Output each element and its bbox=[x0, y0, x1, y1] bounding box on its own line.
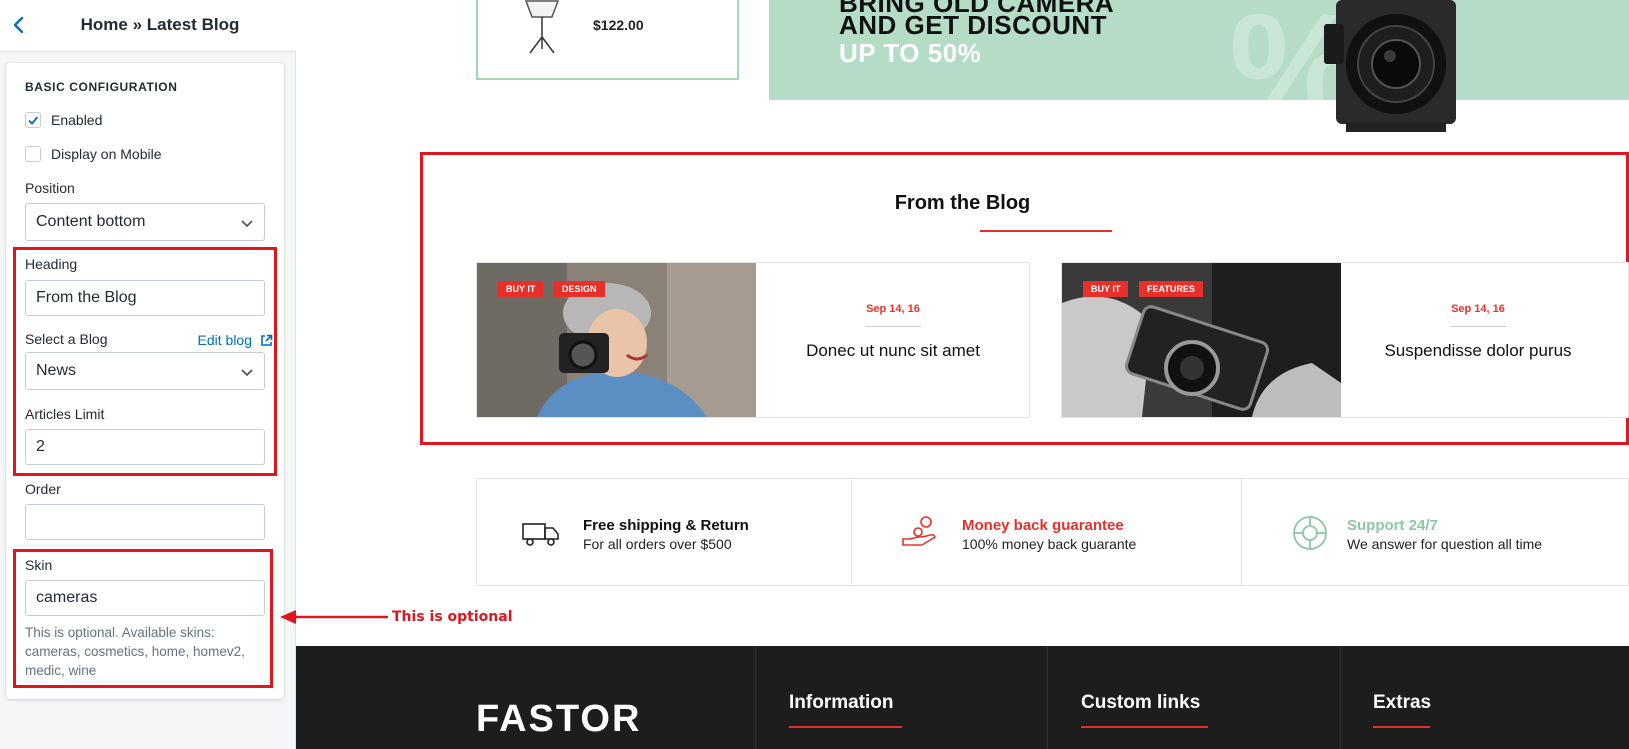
blog-section-title: From the Blog bbox=[894, 192, 1031, 214]
checkmark-icon bbox=[28, 116, 39, 125]
divider bbox=[1047, 646, 1048, 749]
blog-post-date: Sep 14, 16 bbox=[1451, 303, 1505, 315]
footer-heading-custom-links: Custom links bbox=[1081, 692, 1201, 713]
blog-post-title[interactable]: Suspendisse dolor purus bbox=[1341, 341, 1615, 361]
position-select[interactable]: Content bottom bbox=[25, 203, 265, 241]
blog-post-body: Sep 14, 16 Donec ut nunc sit amet bbox=[756, 263, 1030, 417]
promo-banner[interactable]: % BRING OLD CAMERA AND GET DISCOUNT UP T… bbox=[769, 0, 1629, 100]
product-card[interactable]: $122.00 bbox=[476, 0, 739, 80]
feature-subtitle: 100% money back guarante bbox=[962, 536, 1137, 552]
enabled-checkbox[interactable] bbox=[25, 112, 41, 128]
features-bar: Free shipping & Return For all orders ov… bbox=[476, 478, 1629, 586]
highlight-box-skin-field bbox=[13, 549, 273, 688]
softbox-light-product-image bbox=[524, 0, 560, 54]
footer-heading-underline bbox=[789, 726, 902, 728]
highlight-box-heading-fields bbox=[13, 247, 277, 476]
post-tag[interactable]: BUY IT bbox=[498, 281, 544, 297]
feature-item: Support 24/7 We answer for question all … bbox=[1242, 479, 1628, 585]
blog-post-image: BUY IT FEATURES bbox=[1062, 263, 1341, 417]
post-tag[interactable]: BUY IT bbox=[1083, 281, 1129, 297]
feature-subtitle: For all orders over $500 bbox=[583, 536, 732, 552]
chevron-left-icon bbox=[13, 16, 24, 34]
blog-post-image: BUY IT DESIGN bbox=[477, 263, 756, 417]
position-value: Content bottom bbox=[36, 213, 146, 230]
product-price: $122.00 bbox=[593, 17, 644, 33]
camera-product-image bbox=[1324, 0, 1456, 132]
feature-subtitle: We answer for question all time bbox=[1347, 536, 1543, 552]
post-tag[interactable]: DESIGN bbox=[554, 281, 605, 297]
order-label: Order bbox=[25, 481, 61, 497]
divider bbox=[865, 326, 921, 327]
blog-post-card[interactable]: BUY IT FEATURES Sep 14, 16 Suspendisse d… bbox=[1061, 262, 1629, 418]
breadcrumb: Home » Latest Blog bbox=[80, 15, 240, 34]
enabled-label: Enabled bbox=[51, 112, 103, 128]
post-tag[interactable]: FEATURES bbox=[1139, 281, 1203, 297]
back-button[interactable] bbox=[6, 12, 32, 38]
chevron-down-icon bbox=[241, 220, 253, 228]
blog-post-date: Sep 14, 16 bbox=[866, 303, 920, 315]
divider bbox=[755, 646, 756, 749]
feature-title: Money back guarantee bbox=[962, 517, 1124, 534]
blog-post-body: Sep 14, 16 Suspendisse dolor purus bbox=[1341, 263, 1615, 417]
footer-heading-information: Information bbox=[789, 692, 894, 713]
blog-title-underline bbox=[980, 230, 1112, 232]
annotation-label: This is optional bbox=[392, 609, 513, 625]
site-footer: FASTOR Information Custom links Extras bbox=[296, 646, 1629, 749]
position-label: Position bbox=[25, 180, 75, 196]
section-title: BASIC CONFIGURATION bbox=[25, 80, 178, 94]
feature-title: Support 24/7 bbox=[1347, 517, 1438, 534]
truck-icon bbox=[522, 523, 559, 546]
divider bbox=[1340, 646, 1341, 749]
money-hand-icon bbox=[902, 516, 936, 546]
fastor-logo[interactable]: FASTOR bbox=[476, 698, 641, 741]
display-mobile-checkbox[interactable] bbox=[25, 146, 41, 162]
annotation-arrow bbox=[280, 610, 388, 624]
blog-post-card[interactable]: BUY IT DESIGN Sep 14, 16 Donec ut nunc s… bbox=[476, 262, 1030, 418]
feature-item: Free shipping & Return For all orders ov… bbox=[477, 479, 852, 585]
blog-post-title[interactable]: Donec ut nunc sit amet bbox=[756, 341, 1030, 361]
display-mobile-checkbox-row[interactable]: Display on Mobile bbox=[25, 145, 162, 163]
order-input[interactable] bbox=[25, 504, 265, 540]
storefront-preview: $122.00 % BRING OLD CAMERA AND GET DISCO… bbox=[296, 0, 1629, 749]
footer-heading-underline bbox=[1373, 726, 1430, 728]
display-mobile-label: Display on Mobile bbox=[51, 146, 162, 162]
footer-heading-extras: Extras bbox=[1373, 692, 1432, 713]
theme-editor-sidebar: Home » Latest Blog BASIC CONFIGURATION E… bbox=[0, 0, 296, 749]
promo-line-3: UP TO 50% bbox=[839, 38, 982, 68]
sidebar-header: Home » Latest Blog bbox=[0, 0, 296, 52]
feature-item: Money back guarantee 100% money back gua… bbox=[852, 479, 1242, 585]
promo-line-2: AND GET DISCOUNT bbox=[839, 10, 1107, 40]
divider bbox=[1450, 326, 1506, 327]
footer-heading-underline bbox=[1081, 726, 1208, 728]
enabled-checkbox-row[interactable]: Enabled bbox=[25, 111, 102, 129]
lifebuoy-icon bbox=[1293, 516, 1327, 550]
feature-title: Free shipping & Return bbox=[583, 517, 749, 534]
